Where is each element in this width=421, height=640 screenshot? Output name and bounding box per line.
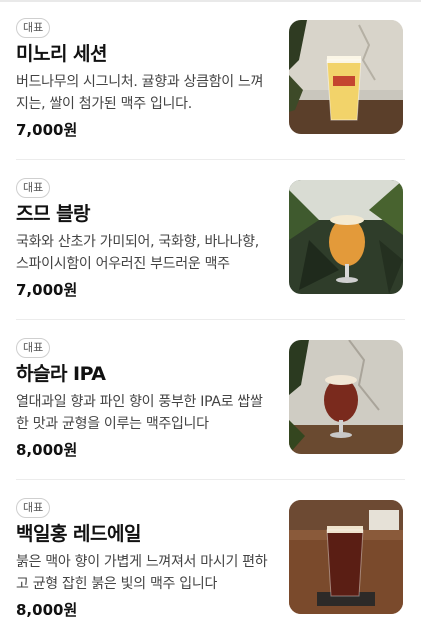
menu-item-name: 하슬라 IPA [16,363,106,385]
menu-item-price: 7,000원 [16,281,78,299]
menu-item-minori-session[interactable]: 대표 미노리 세션 버드나무의 시그니처. 귤향과 상큼함이 느껴지는, 쌀이 … [0,0,421,160]
menu-item-price: 8,000원 [16,441,78,459]
beer-glass-wheat-icon[interactable] [289,180,403,294]
menu-item-info: 대표 미노리 세션 버드나무의 시그니처. 귤향과 상큼함이 느껴지는, 쌀이 … [16,16,274,141]
menu-item-price: 8,000원 [16,601,78,619]
menu-item-zumeu-blanc[interactable]: 대표 즈므 블랑 국화와 산초가 가미되어, 국화향, 바나나향, 스파이시함이… [0,160,421,320]
menu-item-info: 대표 즈므 블랑 국화와 산초가 가미되어, 국화향, 바나나향, 스파이시함이… [16,176,274,301]
beer-glass-pale-icon[interactable] [289,20,403,134]
menu-item-name: 백일홍 레드에일 [16,523,141,545]
beer-glass-ipa-icon[interactable] [289,340,403,454]
menu-item-price: 7,000원 [16,121,78,139]
menu-item-hasla-ipa[interactable]: 대표 하슬라 IPA 열대과일 향과 파인 향이 풍부한 IPA로 쌉쌀한 맛과… [0,320,421,480]
menu-item-description: 버드나무의 시그니처. 귤향과 상큼함이 느껴지는, 쌀이 첨가된 맥주 입니다… [16,74,264,112]
menu-item-description: 국화와 산초가 가미되어, 국화향, 바나나향, 스파이시함이 어우러진 부드러… [16,234,259,272]
menu-item-description: 열대과일 향과 파인 향이 풍부한 IPA로 쌉쌀한 맛과 균형을 이루는 맥주… [16,394,263,432]
signature-badge: 대표 [16,178,51,198]
menu-item-info: 대표 하슬라 IPA 열대과일 향과 파인 향이 풍부한 IPA로 쌉쌀한 맛과… [16,336,274,461]
signature-badge: 대표 [16,18,51,38]
signature-badge: 대표 [16,338,51,358]
signature-badge: 대표 [16,498,51,518]
menu-item-info: 대표 백일홍 레드에일 붉은 맥아 향이 가볍게 느껴져서 마시기 편하고 균형… [16,496,274,621]
menu-item-baekilhong-red-ale[interactable]: 대표 백일홍 레드에일 붉은 맥아 향이 가볍게 느껴져서 마시기 편하고 균형… [0,480,421,640]
menu-item-name: 미노리 세션 [16,43,108,65]
beer-pint-red-icon[interactable] [289,500,403,614]
menu-item-description: 붉은 맥아 향이 가볍게 느껴져서 마시기 편하고 균형 잡힌 붉은 빛의 맥주… [16,554,268,592]
menu-item-name: 즈므 블랑 [16,203,91,225]
